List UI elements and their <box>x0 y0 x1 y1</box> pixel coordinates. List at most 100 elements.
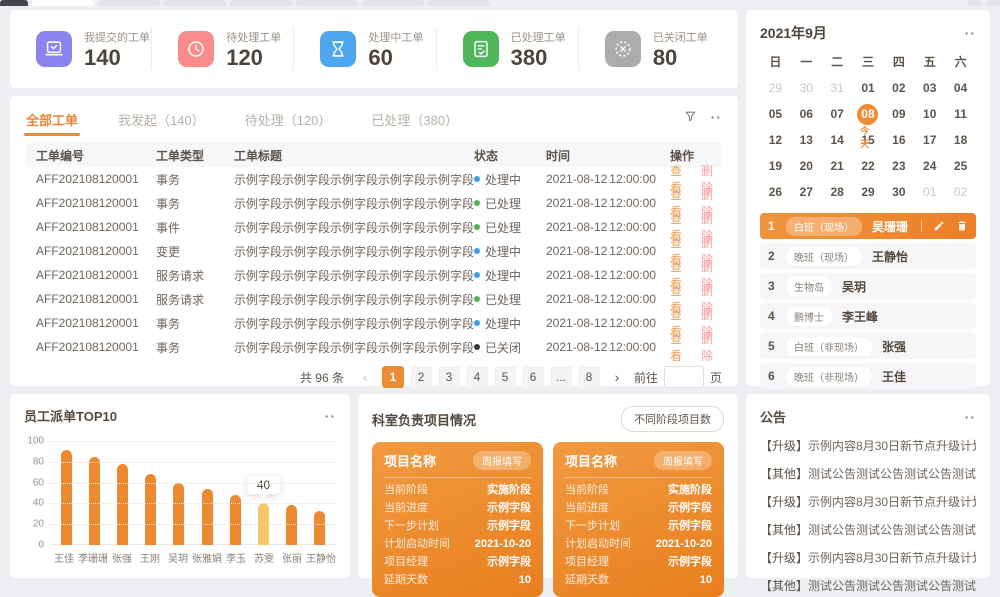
page-button[interactable]: ... <box>550 366 572 388</box>
calendar-day[interactable]: 14 今天 <box>822 127 853 153</box>
project-fields: 当前阶段 实施阶段 当前进度 示例字段 下一步计划 <box>384 481 531 589</box>
announcement-item[interactable]: 【其他】测试公告测试公告测试公告测试公告测试公告 <box>760 577 976 594</box>
calendar-day[interactable]: 01 今天 <box>914 179 945 205</box>
announcement-item[interactable]: 【其他】测试公告测试公告测试公告测试公告测试公告 <box>760 521 976 538</box>
duty-row[interactable]: 1 白班（现场） 吴珊珊 <box>760 213 976 239</box>
calendar-day[interactable]: 25 今天 <box>945 153 976 179</box>
calendar-day[interactable]: 02 今天 <box>945 179 976 205</box>
bar[interactable] <box>193 441 221 545</box>
table-header: 工单编号 工单类型 工单标题 状态 时间 操作 <box>26 143 722 167</box>
filter-icon[interactable] <box>684 110 697 123</box>
top-tab[interactable] <box>230 0 292 6</box>
calendar-day[interactable]: 27 今天 <box>791 179 822 205</box>
announcement-item[interactable]: 【升级】示例内容8月30日新节点升级计划通知 <box>760 493 976 510</box>
calendar-day[interactable]: 26 今天 <box>760 179 791 205</box>
calendar-day[interactable]: 22 今天 <box>853 153 884 179</box>
calendar-day[interactable]: 18 今天 <box>945 127 976 153</box>
duty-row[interactable]: 5 白班（非现场） 张强 <box>760 333 976 359</box>
bar[interactable] <box>278 441 306 545</box>
page-jump-input[interactable] <box>664 366 704 388</box>
top-tab[interactable] <box>362 0 424 6</box>
calendar-day[interactable]: 24 今天 <box>914 153 945 179</box>
calendar-day[interactable]: 29 今天 <box>760 75 791 101</box>
duty-row[interactable]: 6 晚班（非现场） 王佳 <box>760 363 976 389</box>
project-field: 当前阶段 实施阶段 <box>565 481 712 499</box>
bar[interactable] <box>221 441 249 545</box>
page-button[interactable]: 6 <box>522 366 544 388</box>
more-icon[interactable]: ·· <box>325 412 336 420</box>
calendar-day[interactable]: 01 今天 <box>853 75 884 101</box>
calendar-day[interactable]: 31 今天 <box>822 75 853 101</box>
project-card[interactable]: 项目名称 周报填写 当前阶段 实施阶段 <box>553 442 724 597</box>
weekly-report-badge[interactable]: 周报填写 <box>473 451 531 470</box>
calendar-day[interactable]: 04 今天 <box>945 75 976 101</box>
delete-link[interactable]: 删除 <box>701 330 722 364</box>
bar[interactable] <box>306 441 334 545</box>
view-link[interactable]: 查看 <box>670 330 691 364</box>
calendar-day[interactable]: 02 今天 <box>883 75 914 101</box>
next-page-button[interactable]: › <box>606 366 628 388</box>
calendar-day[interactable]: 19 今天 <box>760 153 791 179</box>
page-button[interactable]: 4 <box>466 366 488 388</box>
calendar-day[interactable]: 16 今天 <box>883 127 914 153</box>
worklist-tab[interactable]: 全部工单 <box>26 110 78 129</box>
calendar-day[interactable]: 28 今天 <box>822 179 853 205</box>
stage-count-button[interactable]: 不同阶段项目数 <box>621 406 724 432</box>
calendar-day[interactable]: 03 今天 <box>914 75 945 101</box>
calendar-day[interactable]: 17 今天 <box>914 127 945 153</box>
bar[interactable] <box>137 441 165 545</box>
top-tab[interactable] <box>428 0 490 6</box>
calendar-day[interactable]: 13 今天 <box>791 127 822 153</box>
page-button[interactable]: 8 <box>578 366 600 388</box>
bar[interactable] <box>108 441 136 545</box>
worklist-tab[interactable]: 已处理（380） <box>371 110 458 129</box>
more-icon[interactable]: ·· <box>965 29 976 37</box>
more-icon[interactable]: ·· <box>711 113 722 121</box>
announcement-item[interactable]: 【升级】示例内容8月30日新节点升级计划通知 <box>760 549 976 566</box>
today-label: 今天 <box>860 124 875 150</box>
announcement-item[interactable]: 【其他】测试公告测试公告测试公告测试公告测试公告 <box>760 465 976 482</box>
top-tab[interactable] <box>296 0 358 6</box>
page-button[interactable]: 5 <box>494 366 516 388</box>
window-button[interactable] <box>986 0 1000 6</box>
bar[interactable]: 40 <box>249 441 277 545</box>
top-tab[interactable] <box>98 0 160 6</box>
bar[interactable] <box>80 441 108 545</box>
calendar-day[interactable]: 29 今天 <box>853 179 884 205</box>
page-button[interactable]: 2 <box>410 366 432 388</box>
prev-page-button[interactable]: ‹ <box>354 366 376 388</box>
calendar-day[interactable]: 23 今天 <box>883 153 914 179</box>
calendar-day[interactable]: 21 今天 <box>822 153 853 179</box>
calendar-day[interactable]: 09 今天 <box>883 101 914 127</box>
calendar-day[interactable]: 07 今天 <box>822 101 853 127</box>
page-button[interactable]: 1 <box>382 366 404 388</box>
weekly-report-badge[interactable]: 周报填写 <box>654 451 712 470</box>
window-button[interactable] <box>968 0 982 6</box>
calendar-day[interactable]: 06 今天 <box>791 101 822 127</box>
worklist-tab[interactable]: 我发起（140） <box>118 110 205 129</box>
project-card[interactable]: 项目名称 周报填写 当前阶段 实施阶段 <box>372 442 543 597</box>
worklist-tab[interactable]: 待处理（120） <box>245 110 332 129</box>
announcement-item[interactable]: 【升级】示例内容8月30日新节点升级计划通知 <box>760 437 976 454</box>
top-tab[interactable] <box>0 0 28 6</box>
top-tab[interactable] <box>32 0 94 6</box>
calendar-day[interactable]: 20 今天 <box>791 153 822 179</box>
top-tab[interactable] <box>164 0 226 6</box>
more-icon[interactable]: ·· <box>965 413 976 421</box>
calendar-day[interactable]: 10 今天 <box>914 101 945 127</box>
calendar-day[interactable]: 30 今天 <box>883 179 914 205</box>
calendar-day[interactable]: 11 今天 <box>945 101 976 127</box>
calendar-day[interactable]: 08 今天 <box>853 101 884 127</box>
duty-row[interactable]: 3 生物岛 吴玥 <box>760 273 976 299</box>
bar[interactable] <box>52 441 80 545</box>
calendar-day[interactable]: 12 今天 <box>760 127 791 153</box>
page-button[interactable]: 3 <box>438 366 460 388</box>
duty-row[interactable]: 2 晚班（现场） 王静怡 <box>760 243 976 269</box>
calendar-day[interactable]: 05 今天 <box>760 101 791 127</box>
order-title: 示例字段示例字段示例字段示例字段示例字段 <box>234 171 474 188</box>
duty-row[interactable]: 4 鹏博士 李王峰 <box>760 303 976 329</box>
calendar-day[interactable]: 30 今天 <box>791 75 822 101</box>
bar[interactable] <box>165 441 193 545</box>
trash-icon[interactable] <box>956 220 968 232</box>
edit-icon[interactable] <box>933 220 945 232</box>
